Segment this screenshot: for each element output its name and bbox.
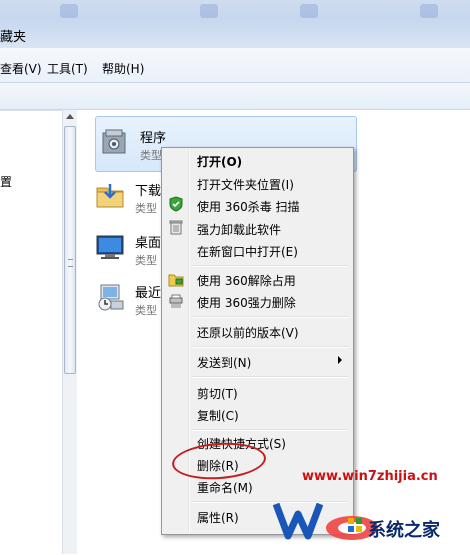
menu-separator — [192, 346, 348, 348]
recent-places-icon — [98, 284, 124, 311]
desktop-icon — [96, 235, 124, 259]
menu-separator — [192, 265, 348, 267]
menu-item-cut[interactable]: 剪切(T) — [197, 385, 238, 402]
menu-item-open[interactable]: 打开(O) — [197, 153, 242, 170]
file-type: 类型 — [135, 254, 157, 267]
menu-item-send-to[interactable]: 发送到(N) — [197, 354, 251, 371]
title-bar-decoration — [60, 4, 78, 18]
title-bar-decoration — [200, 4, 218, 18]
navigation-pane: 置 — [0, 110, 62, 555]
shredder-icon — [169, 294, 183, 308]
file-type: 类型 — [135, 202, 157, 215]
file-type: 类型 — [135, 304, 157, 317]
menu-item-properties[interactable]: 属性(R) — [197, 509, 239, 526]
pane-splitter[interactable] — [77, 110, 91, 554]
menu-separator — [192, 376, 348, 378]
window-title: 藏夹 — [0, 30, 27, 45]
menu-item-copy[interactable]: 复制(C) — [197, 407, 239, 424]
menu-help[interactable]: 帮助(H) — [102, 60, 144, 77]
menu-item-rename[interactable]: 重命名(M) — [197, 479, 253, 496]
grip-icon — [68, 259, 73, 267]
menu-separator — [192, 429, 348, 431]
menu-tools[interactable]: 工具(T) — [47, 60, 88, 77]
title-bar-decoration — [420, 4, 438, 18]
file-name: 下载 — [135, 184, 162, 199]
watermark-brand: 系统之家 — [368, 520, 440, 541]
menu-item-360-scan[interactable]: 使用 360杀毒 扫描 — [197, 198, 300, 215]
submenu-arrow-icon — [338, 356, 342, 364]
programs-folder-icon — [102, 129, 126, 154]
menu-item-360-unlock[interactable]: 使用 360解除占用 — [197, 272, 296, 289]
downloads-folder-icon — [96, 184, 124, 208]
menu-view[interactable]: 查看(V) — [0, 60, 42, 77]
file-name: 桌面 — [135, 236, 162, 251]
file-name: 最近 — [135, 286, 162, 301]
menu-bar: 查看(V) 工具(T) 帮助(H) — [0, 48, 470, 83]
menu-item-360-force-delete[interactable]: 使用 360强力删除 — [197, 294, 296, 311]
toolbar — [0, 83, 470, 110]
unlock-folder-icon — [168, 274, 184, 287]
menu-item-open-new-window[interactable]: 在新窗口中打开(E) — [197, 243, 298, 260]
file-name: 程序 — [140, 131, 167, 146]
delete-highlight-circle — [170, 439, 268, 483]
nav-scrollbar[interactable] — [62, 110, 78, 554]
watermark-url: www.win7zhijia.cn — [302, 469, 438, 484]
nav-item-label[interactable]: 置 — [0, 173, 12, 190]
scroll-up-icon[interactable] — [66, 114, 74, 119]
file-type: 类型 — [140, 149, 162, 162]
menu-separator — [192, 316, 348, 318]
menu-item-force-uninstall[interactable]: 强力卸载此软件 — [197, 221, 281, 238]
trash-icon — [169, 220, 183, 235]
360-shield-icon — [169, 196, 183, 212]
title-bar-decoration — [300, 4, 318, 18]
menu-item-open-location[interactable]: 打开文件夹位置(I) — [197, 176, 294, 193]
scrollbar-thumb[interactable] — [64, 126, 76, 374]
menu-item-restore-versions[interactable]: 还原以前的版本(V) — [197, 324, 299, 341]
window-title-bar: 藏夹 — [0, 0, 470, 48]
